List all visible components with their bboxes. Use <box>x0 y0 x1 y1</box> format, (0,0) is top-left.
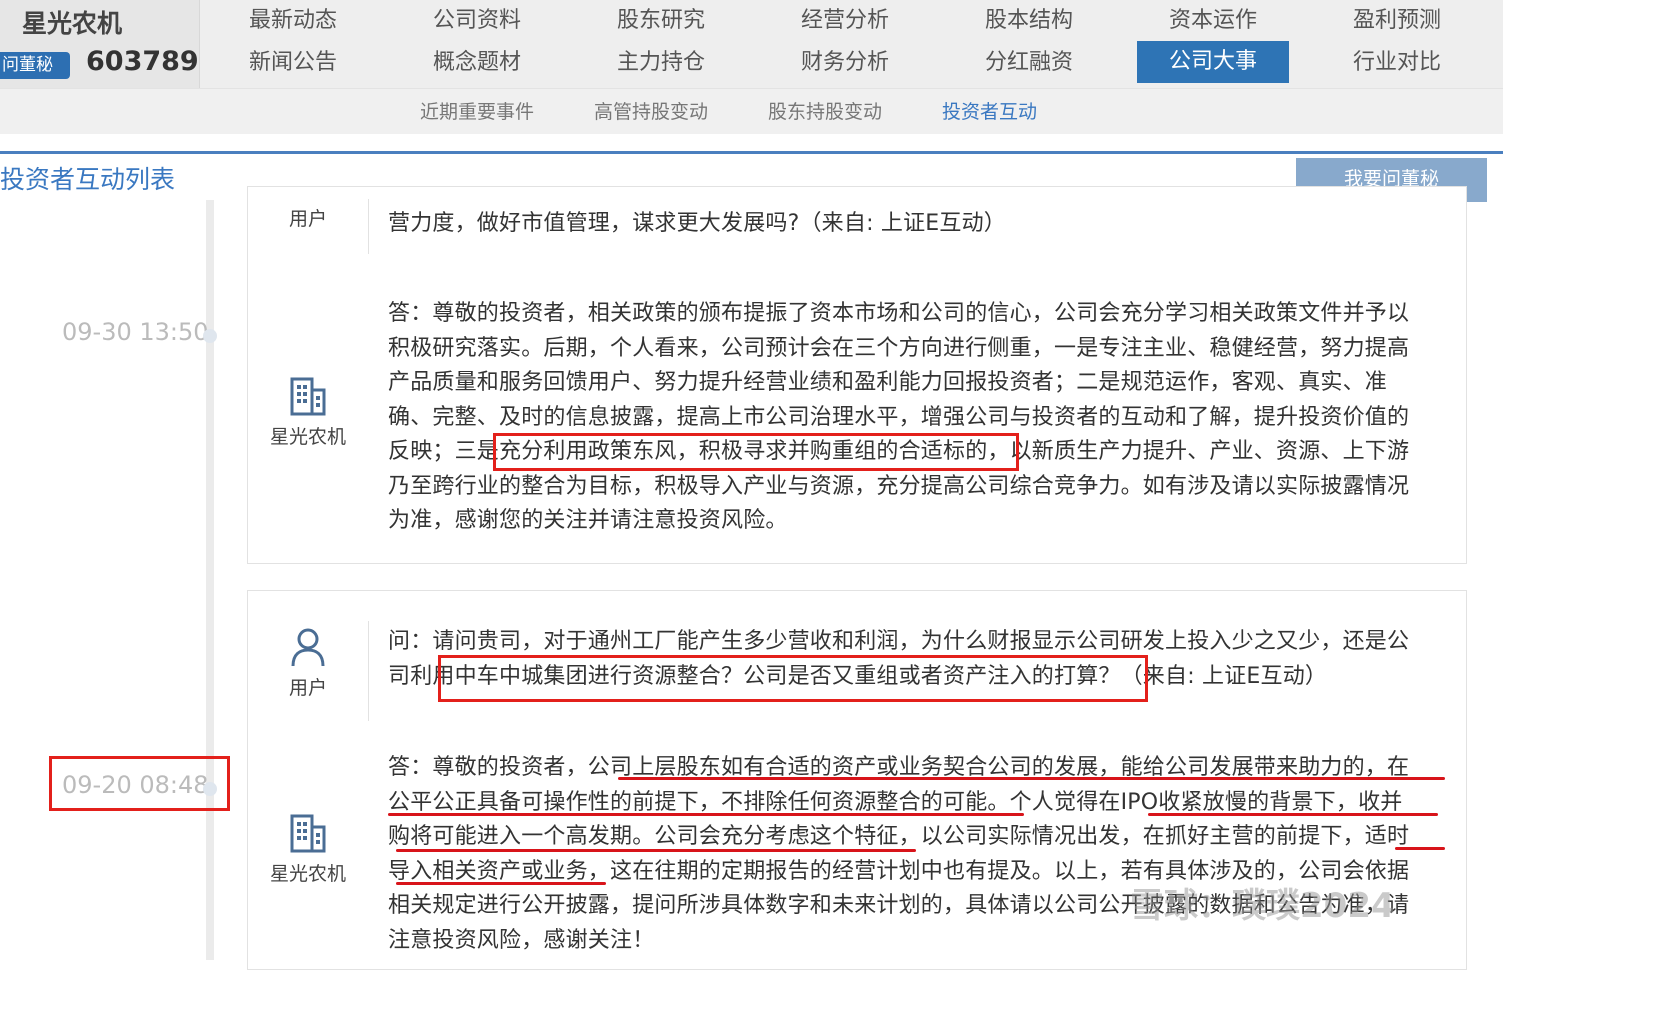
highlight-underline <box>396 882 606 885</box>
nav-column: 资本运作 公司大事 <box>1137 0 1289 83</box>
nav-financial-analysis[interactable]: 财务分析 <box>769 42 921 84</box>
answer-text: 答：尊敬的投资者，相关政策的颁布提振了资本市场和公司的信心，公司会充分学习相关政… <box>388 297 1450 539</box>
subnav-investor-interaction[interactable]: 投资者互动 <box>942 89 1037 135</box>
nav-dividends[interactable]: 分红融资 <box>953 42 1105 84</box>
nav-column: 股东研究 主力持仓 <box>585 0 737 84</box>
nav-profit-forecast[interactable]: 盈利预测 <box>1321 0 1473 42</box>
stock-code: 603789 <box>86 46 199 77</box>
timeline-line <box>206 200 214 960</box>
top-navigation: 星光农机 问董秘 603789 最新动态 新闻公告 公司资料 概念题材 股东研究… <box>0 0 1503 88</box>
highlight-underline <box>388 813 1024 816</box>
highlight-underline <box>1148 813 1438 816</box>
nav-operation-analysis[interactable]: 经营分析 <box>769 0 921 42</box>
watermark: 雪球：璞璞2024 <box>1130 886 1395 926</box>
nav-column: 股本结构 分红融资 <box>953 0 1105 84</box>
text-line: 产品质量和服务回馈用户、努力提升经营业绩和盈利能力回报投资者；二是规范运作，客观… <box>388 370 1388 395</box>
nav-column: 最新动态 新闻公告 <box>217 0 369 84</box>
nav-company-events[interactable]: 公司大事 <box>1137 41 1289 83</box>
text-line: 为准，感谢您的关注并请注意投资风险。 <box>388 508 788 533</box>
nav-concepts[interactable]: 概念题材 <box>401 42 553 84</box>
ask-secretary-badge[interactable]: 问董秘 <box>0 52 70 79</box>
nav-main-holdings[interactable]: 主力持仓 <box>585 42 737 84</box>
highlight-underline <box>396 849 916 852</box>
question-role: 用户 <box>288 677 327 699</box>
nav-column: 公司资料 概念题材 <box>401 0 553 84</box>
timeline-time: 09-30 13:50 <box>62 318 209 346</box>
timeline-dot <box>203 329 217 343</box>
text-line: 答：尊敬的投资者，公司上层股东如有合适的资产或业务契合公司的发展，能给公司发展带… <box>388 755 1410 780</box>
text-line: 答：尊敬的投资者，相关政策的颁布提振了资本市场和公司的信心，公司会充分学习相关政… <box>388 301 1410 326</box>
company-name: 星光农机 <box>22 9 123 38</box>
text-line: 积极研究落实。后期，个人看来，公司预计会在三个方向进行侧重，一是专注主业、稳健经… <box>388 335 1410 361</box>
nav-capital-operation[interactable]: 资本运作 <box>1137 0 1289 42</box>
highlight-box <box>438 655 1148 702</box>
text-line: 注意投资风险，感谢关注！ <box>388 927 655 953</box>
nav-latest-news[interactable]: 最新动态 <box>217 0 369 42</box>
nav-announcements[interactable]: 新闻公告 <box>217 42 369 84</box>
nav-shareholder-research[interactable]: 股东研究 <box>585 0 737 42</box>
subnav-shareholder-changes[interactable]: 股东持股变动 <box>768 89 882 135</box>
question-role: 用户 <box>288 208 327 230</box>
text-line: 营力度，做好市值管理，谋求更大发展吗?（来自: 上证E互动） <box>388 211 1006 236</box>
subnav-executive-holdings[interactable]: 高管持股变动 <box>594 89 708 135</box>
answer-author: 星光农机 <box>248 813 368 886</box>
question-author: 用户 <box>248 204 368 231</box>
question-text: 营力度，做好市值管理，谋求更大发展吗?（来自: 上证E互动） <box>388 207 1450 242</box>
answer-author: 星光农机 <box>248 376 368 449</box>
text-line: 确、完整、及时的信息披露，提高上市公司治理水平，增强公司与投资者的互动和了解，提… <box>388 404 1410 430</box>
nav-share-structure[interactable]: 股本结构 <box>953 0 1105 42</box>
section-title: 投资者互动列表 <box>0 165 176 194</box>
nav-column: 盈利预测 行业对比 <box>1321 0 1473 84</box>
subnav-recent-events[interactable]: 近期重要事件 <box>420 89 534 135</box>
nav-company-profile[interactable]: 公司资料 <box>401 0 553 42</box>
nav-industry-compare[interactable]: 行业对比 <box>1321 42 1473 84</box>
highlight-underline <box>618 777 1445 780</box>
user-icon <box>291 628 325 667</box>
building-icon <box>290 377 326 416</box>
company-header: 星光农机 问董秘 603789 <box>0 0 200 88</box>
divider <box>368 199 369 254</box>
section-divider <box>0 151 1503 154</box>
interaction-card: 用户 营力度，做好市值管理，谋求更大发展吗?（来自: 上证E互动） 星光农机 答… <box>247 186 1467 564</box>
nav-column: 经营分析 财务分析 <box>769 0 921 84</box>
answer-role: 星光农机 <box>269 426 346 448</box>
answer-role: 星光农机 <box>269 863 346 885</box>
question-author: 用户 <box>248 627 368 700</box>
highlight-box <box>493 433 1019 471</box>
highlight-box <box>49 756 230 811</box>
sub-navigation: 近期重要事件 高管持股变动 股东持股变动 投资者互动 <box>0 88 1503 134</box>
building-icon <box>290 814 326 853</box>
divider <box>368 621 369 721</box>
highlight-underline <box>1395 847 1445 850</box>
text-line: 乃至跨行业的整合为目标，积极导入产业与资源，充分提高公司综合竞争力。如有涉及请以… <box>388 473 1410 499</box>
